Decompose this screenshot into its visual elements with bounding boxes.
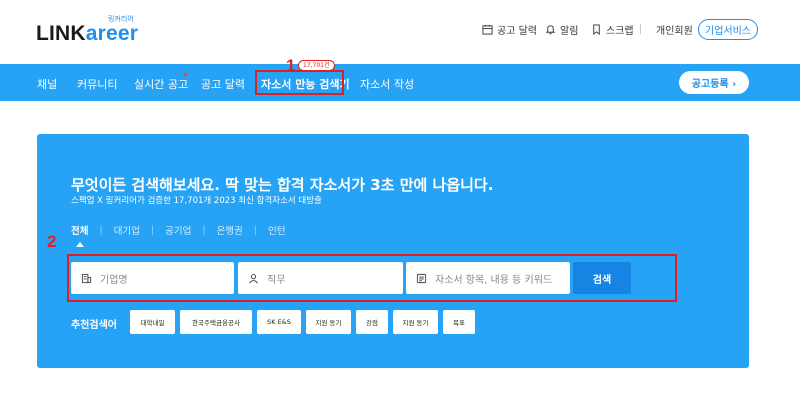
tab-all[interactable]: 전체 xyxy=(71,223,88,237)
personal-member-link[interactable]: 개인회원 xyxy=(656,22,693,37)
nav-item-community[interactable]: 커뮤니티 xyxy=(77,76,117,92)
company-placeholder: 기업명 xyxy=(100,274,128,286)
panel-title: 무엇이든 검색해보세요. 딱 맞는 합격 자소서가 3초 만에 나옵니다. xyxy=(71,176,494,194)
recommend-chip[interactable]: 지원 동기 xyxy=(393,310,438,334)
annotation-marker-1: 1 xyxy=(286,56,296,75)
job-placeholder: 직무 xyxy=(267,274,286,286)
building-icon xyxy=(81,273,92,283)
bookmark-icon xyxy=(593,24,600,35)
tab-separator: | xyxy=(99,224,103,236)
tab-separator: | xyxy=(202,224,206,236)
scrap-link[interactable]: 스크랩 xyxy=(591,22,634,37)
corporate-service-button[interactable]: 기업서비스 xyxy=(698,19,758,40)
tab-large-corp[interactable]: 대기업 xyxy=(114,223,140,237)
linkareer-logo[interactable]: LINKareer xyxy=(36,22,138,46)
page: LINKareer 링커리어 공고 달력 알림 스크랩 개인회원 기업서비스 채… xyxy=(0,0,800,403)
header-divider xyxy=(640,24,641,34)
recommend-chip[interactable]: 한국주택금융공사 xyxy=(180,310,252,334)
post-job-button[interactable]: 공고등록 › xyxy=(679,71,749,94)
alarm-label: 알림 xyxy=(560,26,579,37)
alarm-link[interactable]: 알림 xyxy=(545,22,578,37)
recommend-chip[interactable]: 대학내일 xyxy=(130,310,175,334)
nav-item-posting-calendar[interactable]: 공고 달력 xyxy=(201,76,245,92)
top-header: LINKareer 링커리어 공고 달력 알림 스크랩 개인회원 기업서비스 xyxy=(0,0,800,64)
tab-bank[interactable]: 은행권 xyxy=(217,223,243,237)
nav-item-resume-write[interactable]: 자소서 작성 xyxy=(360,76,414,92)
logo-main: LINK xyxy=(36,22,86,45)
company-field[interactable]: 기업명 xyxy=(71,262,234,294)
calendar-label: 공고 달력 xyxy=(497,26,537,37)
annotation-box-1 xyxy=(255,70,344,95)
recommend-chip[interactable]: SK E&S xyxy=(257,310,301,334)
calendar-icon xyxy=(482,24,493,35)
personal-label: 개인회원 xyxy=(656,26,693,37)
search-button[interactable]: 검색 xyxy=(573,262,631,294)
tab-public-corp[interactable]: 공기업 xyxy=(165,223,191,237)
job-field[interactable]: 직무 xyxy=(238,262,403,294)
tab-separator: | xyxy=(253,224,257,236)
annotation-marker-2: 2 xyxy=(47,232,57,251)
person-icon xyxy=(249,273,258,283)
nav-item-channel[interactable]: 채널 xyxy=(37,76,57,92)
resume-count-badge: 17,701건 xyxy=(298,60,335,71)
tab-separator: | xyxy=(150,224,155,236)
recommend-chip-list: 대학내일 한국주택금융공사 SK E&S 지원 동기 강점 지원 동기 목표 xyxy=(130,310,480,334)
category-tabs: 전체 | 대기업 | 공기업 | 은행권 | 인턴 xyxy=(71,223,285,238)
active-tab-caret xyxy=(76,242,84,247)
scrap-label: 스크랩 xyxy=(606,26,634,37)
recommend-chip[interactable]: 강점 xyxy=(356,310,388,334)
recommend-chip[interactable]: 목표 xyxy=(443,310,475,334)
bell-icon xyxy=(545,25,556,35)
keyword-placeholder: 자소서 항목, 내용 등 키워드 xyxy=(435,274,553,286)
recommend-chip[interactable]: 지원 동기 xyxy=(306,310,351,334)
calendar-link[interactable]: 공고 달력 xyxy=(482,22,537,37)
nav-item-live-postings[interactable]: 실시간 공고 xyxy=(134,76,188,92)
new-indicator-dot xyxy=(184,73,187,76)
search-panel: 무엇이든 검색해보세요. 딱 맞는 합격 자소서가 3초 만에 나옵니다. 스펙… xyxy=(37,134,749,368)
panel-subtitle: 스펙업 X 링커리어가 검증한 17,701개 2023 최신 합격자소서 대방… xyxy=(71,196,322,206)
recommend-label: 추천검색어 xyxy=(71,320,117,331)
keyword-field[interactable]: 자소서 항목, 내용 등 키워드 xyxy=(406,262,570,294)
logo-subtitle: 링커리어 xyxy=(108,15,134,23)
document-icon xyxy=(416,273,427,283)
tab-intern[interactable]: 인턴 xyxy=(268,223,285,237)
logo-accent: areer xyxy=(85,22,139,45)
